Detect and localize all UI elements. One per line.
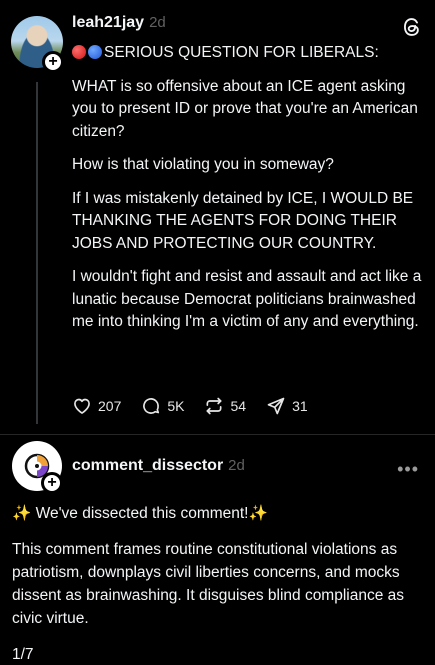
post-body: SERIOUS QUESTION FOR LIBERALS: WHAT is s… <box>72 42 422 345</box>
reply-headline: We've dissected this comment! <box>35 505 249 522</box>
send-icon <box>267 397 285 415</box>
post-paragraph: I wouldn't fight and resist and assault … <box>72 268 422 330</box>
like-button[interactable]: 207 <box>72 396 121 416</box>
reply-time: 2d <box>228 457 245 474</box>
follow-plus-icon[interactable]: + <box>42 51 64 73</box>
sparkles-icon: ✨ <box>12 505 32 522</box>
follow-plus-icon[interactable]: + <box>41 472 63 494</box>
sparkles-icon: ✨ <box>248 505 268 522</box>
post-paragraph: WHAT is so offensive about an ICE agent … <box>72 77 418 140</box>
heart-icon <box>74 398 90 414</box>
reply-author: comment_dissector 2d <box>72 457 245 475</box>
more-icon[interactable]: ••• <box>397 460 419 478</box>
page-indicator: 1/7 <box>12 646 34 663</box>
reply-button[interactable]: 5K <box>141 396 184 416</box>
post-title: SERIOUS QUESTION FOR LIBERALS: <box>104 44 379 61</box>
repost-count: 54 <box>230 398 247 414</box>
post-author: leah21jay 2d <box>72 14 166 32</box>
comment-icon <box>143 398 160 414</box>
divider <box>0 434 435 435</box>
repost-icon <box>206 397 222 415</box>
reply-count: 5K <box>167 398 185 414</box>
reply-text: This comment frames routine constitution… <box>12 541 405 627</box>
thread-line <box>36 82 38 424</box>
post-paragraph: How is that violating you in someway? <box>72 156 334 173</box>
post-actions: 207 5K 54 31 <box>72 396 328 416</box>
repost-button[interactable]: 54 <box>204 396 246 416</box>
username-link[interactable]: comment_dissector <box>72 457 223 474</box>
share-button[interactable]: 31 <box>266 396 308 416</box>
threads-icon[interactable] <box>401 16 423 38</box>
reply-headline-line: ✨ We've dissected this comment!✨ <box>12 502 422 525</box>
like-count: 207 <box>98 398 122 414</box>
username-link[interactable]: leah21jay <box>72 14 144 31</box>
post-time: 2d <box>149 14 166 31</box>
blue-circle-icon <box>88 45 102 59</box>
share-count: 31 <box>292 398 308 414</box>
reply-body: ✨ We've dissected this comment!✨ This co… <box>12 502 422 665</box>
post-title-line: SERIOUS QUESTION FOR LIBERALS: <box>72 42 422 65</box>
red-circle-icon <box>72 45 86 59</box>
post-paragraph: If I was mistakenly detained by ICE, I W… <box>72 189 414 252</box>
